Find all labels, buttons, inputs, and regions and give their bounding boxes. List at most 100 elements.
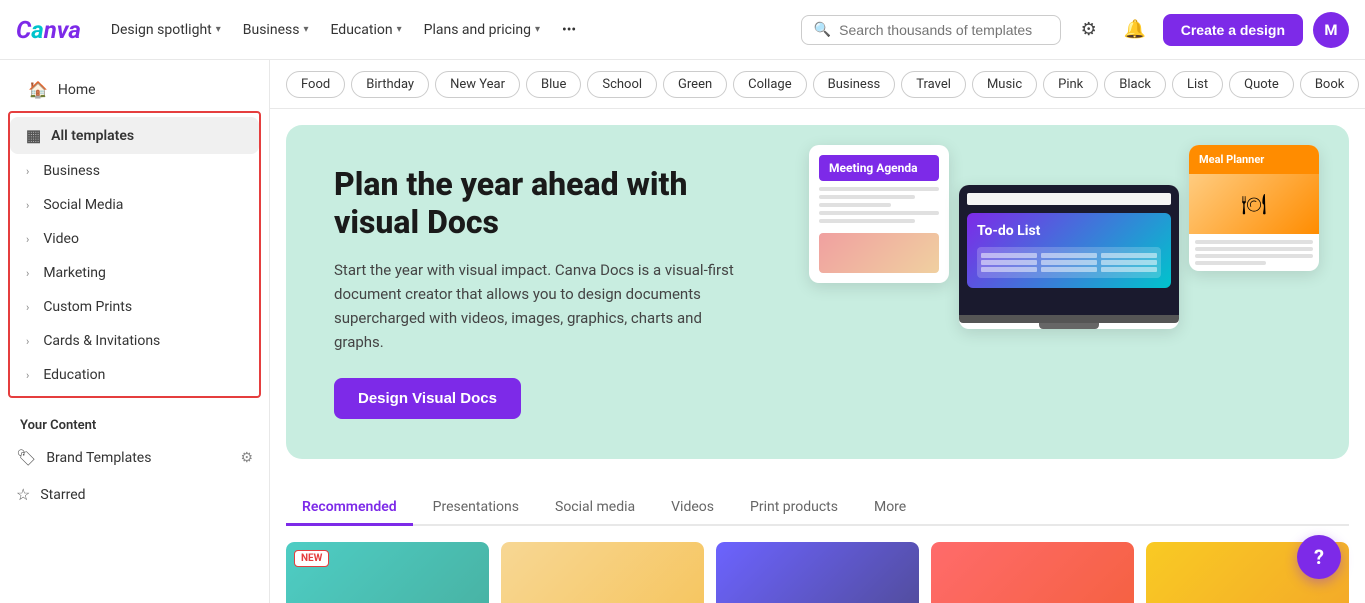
tab-more[interactable]: More xyxy=(858,491,922,526)
meeting-agenda-card: Meeting Agenda xyxy=(809,145,949,283)
sidebar-item-marketing[interactable]: › Marketing xyxy=(10,256,259,290)
tag-school[interactable]: School xyxy=(587,71,657,98)
chevron-right-icon: › xyxy=(26,301,29,314)
tag-music[interactable]: Music xyxy=(972,71,1037,98)
meal-planner-title: Meal Planner xyxy=(1189,145,1319,174)
todo-cell xyxy=(1101,253,1157,258)
tab-recommended[interactable]: Recommended xyxy=(286,491,413,526)
sidebar-item-all-templates[interactable]: ▦ All templates xyxy=(10,117,259,154)
sidebar-item-starred[interactable]: ☆ Starred xyxy=(0,476,269,513)
laptop-screen: To-do List xyxy=(959,185,1179,315)
tag-list[interactable]: List xyxy=(1172,71,1223,98)
nav-links: Design spotlight ▾ Business ▾ Education … xyxy=(101,16,586,44)
tag-travel[interactable]: Travel xyxy=(901,71,966,98)
sidebar-item-cards-invitations[interactable]: › Cards & Invitations xyxy=(10,324,259,358)
hero-images: Meeting Agenda To-do L xyxy=(809,145,1319,329)
tag-new-year[interactable]: New Year xyxy=(435,71,520,98)
nav-education[interactable]: Education ▾ xyxy=(320,16,411,44)
tag-food[interactable]: Food xyxy=(286,71,345,98)
sidebar-item-home[interactable]: 🏠 Home xyxy=(8,72,261,107)
avatar[interactable]: M xyxy=(1313,12,1349,48)
header-right: 🔍 ⚙ 🔔 Create a design M xyxy=(801,12,1349,48)
todo-cell xyxy=(1101,267,1157,272)
logo[interactable]: Canva xyxy=(16,16,81,44)
nav-plans-pricing[interactable]: Plans and pricing ▾ xyxy=(414,16,550,44)
template-thumb-1[interactable]: NEW ✦ Design xyxy=(286,542,489,603)
tab-print-products[interactable]: Print products xyxy=(734,491,854,526)
tag-quote[interactable]: Quote xyxy=(1229,71,1294,98)
chevron-down-icon: ▾ xyxy=(535,24,540,35)
tab-presentations[interactable]: Presentations xyxy=(417,491,535,526)
nav-design-spotlight[interactable]: Design spotlight ▾ xyxy=(101,16,231,44)
todo-cell xyxy=(1041,267,1097,272)
chevron-right-icon: › xyxy=(26,369,29,382)
chevron-right-icon: › xyxy=(26,199,29,212)
template-thumb-2[interactable]: 🎨 xyxy=(501,542,704,603)
sidebar-item-brand-templates[interactable]: 🏷 Brand Templates ⚙ xyxy=(0,439,269,476)
create-design-button[interactable]: Create a design xyxy=(1163,14,1303,46)
template-thumb-4[interactable]: 📱 xyxy=(931,542,1134,603)
card-line xyxy=(819,219,915,223)
help-button[interactable]: ? xyxy=(1297,535,1341,579)
meal-row xyxy=(1195,247,1313,251)
chevron-right-icon: › xyxy=(26,267,29,280)
tag-business[interactable]: Business xyxy=(813,71,896,98)
todo-cell xyxy=(981,267,1037,272)
chevron-right-icon: › xyxy=(26,165,29,178)
tabs-section: Recommended Presentations Social media V… xyxy=(270,475,1365,526)
hero-cta-button[interactable]: Design Visual Docs xyxy=(334,378,521,419)
meal-row xyxy=(1195,261,1266,265)
laptop-base xyxy=(959,315,1179,323)
tag-birthday[interactable]: Birthday xyxy=(351,71,429,98)
your-content-label: Your Content xyxy=(0,402,269,439)
meal-row xyxy=(1195,240,1313,244)
chevron-right-icon: › xyxy=(26,233,29,246)
home-icon: 🏠 xyxy=(28,80,48,99)
search-box[interactable]: 🔍 xyxy=(801,15,1061,45)
star-icon: ☆ xyxy=(16,485,30,504)
meal-image: 🍽 xyxy=(1189,174,1319,234)
tag-collage[interactable]: Collage xyxy=(733,71,806,98)
content-area: Food Birthday New Year Blue School Green… xyxy=(270,60,1365,603)
tag-green[interactable]: Green xyxy=(663,71,727,98)
nav-more-button[interactable]: ••• xyxy=(552,16,586,44)
chevron-down-icon: ▾ xyxy=(397,24,402,35)
laptop-stand xyxy=(1039,323,1099,329)
sidebar-item-education[interactable]: › Education xyxy=(10,358,259,392)
sidebar-item-business[interactable]: › Business xyxy=(10,154,259,188)
settings-button[interactable]: ⚙ xyxy=(1071,12,1107,48)
notifications-button[interactable]: 🔔 xyxy=(1117,12,1153,48)
lock-icon: ⚙ xyxy=(240,450,253,466)
todo-cell xyxy=(1041,260,1097,265)
main-layout: 🏠 Home ▦ All templates › Business › Soci… xyxy=(0,60,1365,603)
nav-business[interactable]: Business ▾ xyxy=(233,16,319,44)
tag-book[interactable]: Book xyxy=(1300,71,1360,98)
card-line xyxy=(819,203,891,207)
todo-cell xyxy=(1101,260,1157,265)
tag-black[interactable]: Black xyxy=(1104,71,1166,98)
hero-description: Start the year with visual impact. Canva… xyxy=(334,258,734,354)
meal-planner-card: Meal Planner 🍽 xyxy=(1189,145,1319,271)
todo-cell xyxy=(981,260,1037,265)
tab-videos[interactable]: Videos xyxy=(655,491,730,526)
meeting-agenda-title: Meeting Agenda xyxy=(819,155,939,181)
tab-social-media[interactable]: Social media xyxy=(539,491,651,526)
thumb-bg: 📱 xyxy=(931,542,1134,603)
card-line xyxy=(819,211,939,215)
sidebar-item-social-media[interactable]: › Social Media xyxy=(10,188,259,222)
sidebar-item-custom-prints[interactable]: › Custom Prints xyxy=(10,290,259,324)
card-line xyxy=(819,195,915,199)
search-input[interactable] xyxy=(839,22,1048,38)
thumb-bg: 🎨 xyxy=(501,542,704,603)
brand-templates-icon: 🏷 xyxy=(16,448,36,467)
hero-title: Plan the year ahead with visual Docs xyxy=(334,165,734,242)
todo-title: To-do List xyxy=(977,223,1161,239)
sidebar-item-video[interactable]: › Video xyxy=(10,222,259,256)
chevron-down-icon: ▾ xyxy=(303,24,308,35)
meal-row xyxy=(1195,254,1313,258)
todo-cell xyxy=(1041,253,1097,258)
search-icon: 🔍 xyxy=(814,22,831,38)
tag-pink[interactable]: Pink xyxy=(1043,71,1098,98)
template-thumb-3[interactable]: Inspire Your Feed xyxy=(716,542,919,603)
tag-blue[interactable]: Blue xyxy=(526,71,581,98)
